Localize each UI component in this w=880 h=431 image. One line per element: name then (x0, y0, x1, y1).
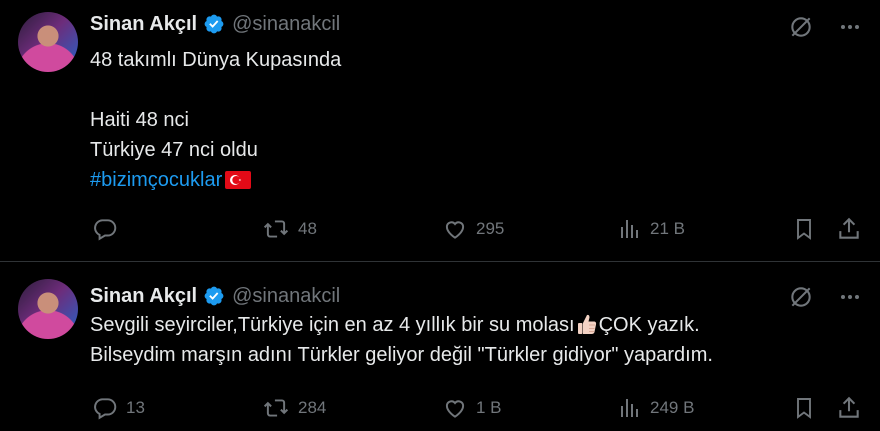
reply-button[interactable] (92, 214, 126, 244)
turkey-flag-icon (225, 171, 252, 189)
reply-button[interactable]: 13 (92, 393, 145, 423)
tweet-actions-bar: 48 295 21 B (90, 214, 862, 244)
bookmark-button[interactable] (792, 214, 816, 244)
views-chart-icon (621, 220, 638, 238)
avatar[interactable] (18, 12, 78, 72)
tweet-top-actions (788, 284, 860, 310)
like-count: 1 B (476, 398, 502, 417)
author-name[interactable]: Sinan Akçıl (90, 285, 197, 308)
grok-icon[interactable] (788, 284, 814, 310)
tweet-text-segment: ÇOK yazık. (598, 314, 700, 336)
tweet[interactable]: Sinan Akçıl @sinanakcil 48 takımlı Dünya… (0, 0, 880, 262)
like-count: 295 (476, 219, 505, 238)
grok-icon[interactable] (788, 14, 814, 40)
retweet-count: 284 (298, 398, 327, 417)
tweet[interactable]: Sinan Akçıl @sinanakcil Sevgili seyircil… (0, 262, 880, 431)
bookmark-icon (797, 219, 811, 240)
tweet-actions-bar: 13 284 1 B 249 B (90, 393, 862, 423)
verified-badge-icon (204, 14, 224, 34)
author-handle[interactable]: @sinanakcil (232, 13, 340, 36)
views-button[interactable]: 249 B (618, 393, 694, 423)
tweet-header: Sinan Akçıl @sinanakcil (90, 9, 340, 39)
share-icon (839, 217, 859, 239)
views-chart-icon (621, 399, 638, 417)
heart-icon (445, 221, 465, 239)
reply-count: 13 (126, 398, 145, 417)
tweet-text: Sevgili seyirciler,Türkiye için en az 4 … (90, 310, 713, 370)
reply-icon (94, 219, 117, 241)
retweet-count: 48 (298, 219, 317, 238)
tweet-text: 48 takımlı Dünya Kupasında Haiti 48 nci … (90, 45, 341, 195)
tweet-text-segment: Sevgili seyirciler,Türkiye için en az 4 … (90, 314, 575, 336)
tweet-line: Türkiye 47 nci oldu (90, 139, 258, 161)
hashtag-link[interactable]: #bizimçocuklar (90, 169, 222, 191)
retweet-icon (263, 220, 289, 238)
retweet-button[interactable]: 48 (262, 214, 317, 244)
avatar[interactable] (18, 279, 78, 339)
reply-icon (94, 398, 117, 420)
view-count: 249 B (650, 398, 695, 417)
tweet-line: Bilseydim marşın adını Türkler geliyor d… (90, 344, 713, 366)
thumbs-up-icon (577, 314, 596, 334)
tweet-top-actions (788, 14, 860, 40)
share-icon (839, 396, 859, 418)
tweet-header: Sinan Akçıl @sinanakcil (90, 281, 340, 311)
tweet-line: 48 takımlı Dünya Kupasında (90, 49, 342, 71)
retweet-icon (263, 399, 289, 417)
verified-badge-icon (204, 286, 224, 306)
more-options-icon[interactable] (840, 24, 860, 30)
author-name[interactable]: Sinan Akçıl (90, 13, 197, 36)
tweet-line: Sevgili seyirciler,Türkiye için en az 4 … (90, 310, 713, 340)
share-button[interactable] (836, 393, 862, 423)
retweet-button[interactable]: 284 (262, 393, 326, 423)
bookmark-icon (797, 398, 811, 419)
view-count: 21 B (650, 219, 685, 238)
like-button[interactable]: 295 (442, 214, 504, 244)
author-handle[interactable]: @sinanakcil (232, 285, 340, 308)
tweet-line: Haiti 48 nci (90, 109, 189, 131)
share-button[interactable] (836, 214, 862, 244)
views-button[interactable]: 21 B (618, 214, 685, 244)
heart-icon (445, 400, 465, 418)
tweet-line: #bizimçocuklar (90, 165, 341, 195)
bookmark-button[interactable] (792, 393, 816, 423)
more-options-icon[interactable] (840, 294, 860, 300)
like-button[interactable]: 1 B (442, 393, 502, 423)
